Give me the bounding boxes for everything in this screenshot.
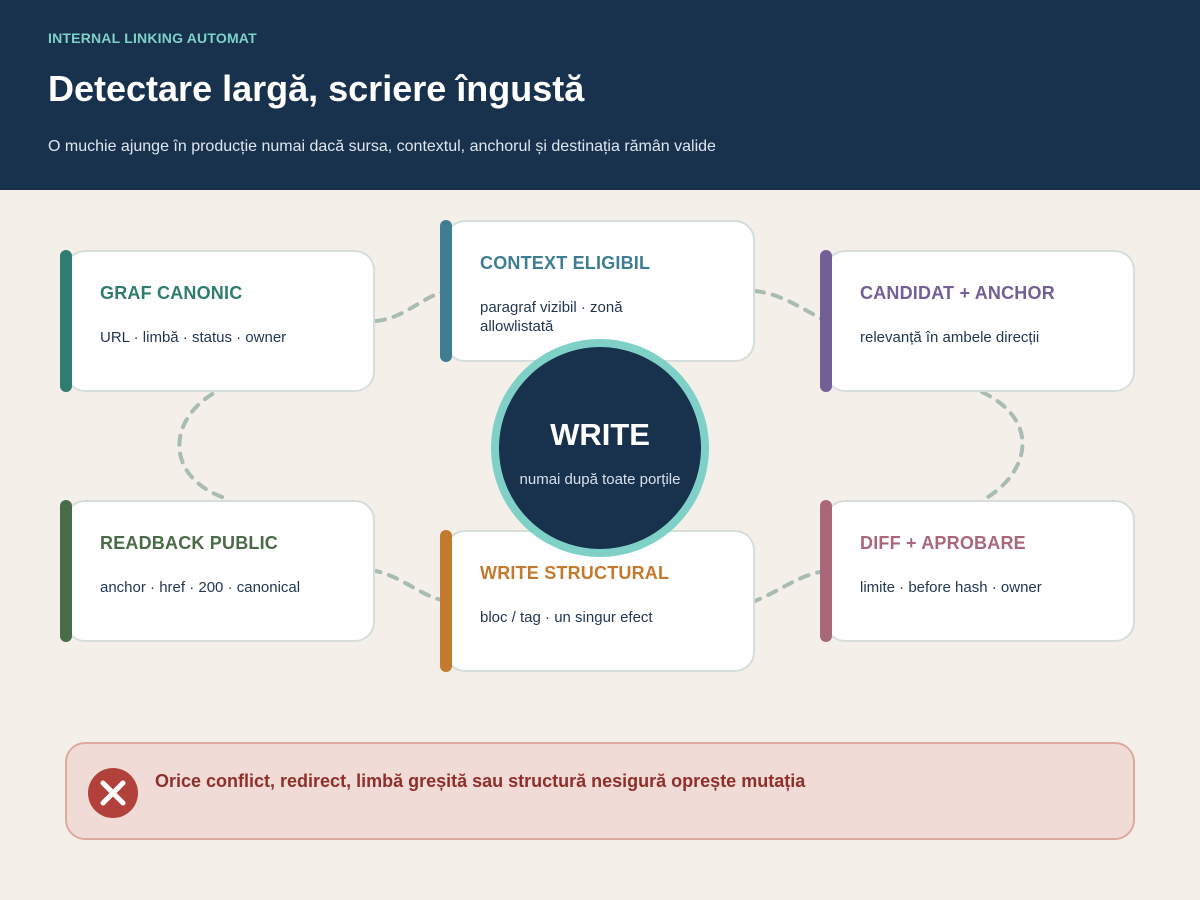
node-candidat-anchor: CANDIDAT + ANCHOR relevanță în ambele di… xyxy=(820,250,1135,392)
write-hub-core: WRITE numai după toate porțile xyxy=(499,347,701,549)
node-title: DIFF + APROBARE xyxy=(860,533,1026,553)
node-readback-public: READBACK PUBLIC anchor · href · 200 · ca… xyxy=(60,500,375,642)
connector-context-candidat xyxy=(753,289,828,323)
node-diff-aprobare: DIFF + APROBARE limite · before hash · o… xyxy=(820,500,1135,642)
node-title: CONTEXT ELIGIBIL xyxy=(480,253,651,273)
node-description: relevanță în ambele direcții xyxy=(860,329,1040,346)
node-accent-bar xyxy=(440,220,452,362)
node-description: limite · before hash · owner xyxy=(860,579,1042,596)
alert-message: Orice conflict, redirect, limbă greșită … xyxy=(155,771,806,791)
write-hub: WRITE numai după toate porțile xyxy=(491,339,709,557)
node-description: paragraf vizibil · zonă allowlistată xyxy=(480,299,623,335)
connector-diff-write xyxy=(753,569,828,603)
node-description: URL · limbă · status · owner xyxy=(100,329,287,346)
connector-graf-context xyxy=(374,289,448,323)
stop-alert: Orice conflict, redirect, limbă greșită … xyxy=(65,742,1135,840)
connector-write-readback xyxy=(374,569,448,603)
hub-subtitle: numai după toate porțile xyxy=(519,471,681,488)
node-accent-bar xyxy=(60,250,72,392)
node-title: GRAF CANONIC xyxy=(100,283,243,303)
hub-title: WRITE xyxy=(550,417,650,452)
node-title: CANDIDAT + ANCHOR xyxy=(860,283,1055,303)
node-accent-bar xyxy=(60,500,72,642)
node-accent-bar xyxy=(820,500,832,642)
node-title: WRITE STRUCTURAL xyxy=(480,563,670,583)
node-accent-bar xyxy=(440,530,452,672)
node-description: bloc / tag · un singur efect xyxy=(480,609,653,626)
node-graf-canonic: GRAF CANONIC URL · limbă · status · owne… xyxy=(60,250,375,392)
node-accent-bar xyxy=(820,250,832,392)
connector-readback-graf xyxy=(177,391,224,499)
close-icon xyxy=(88,768,138,818)
node-description: anchor · href · 200 · canonical xyxy=(100,579,301,596)
node-title: READBACK PUBLIC xyxy=(100,533,278,553)
connector-candidat-diff xyxy=(980,390,1025,499)
